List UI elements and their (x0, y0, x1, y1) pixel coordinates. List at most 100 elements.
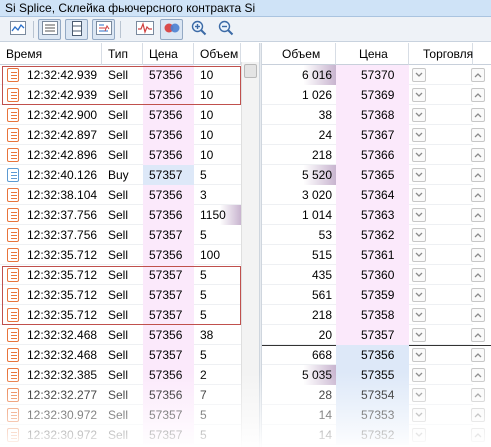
column-header-book-volume[interactable]: Объем (262, 43, 336, 65)
bid-row[interactable]: 14 57353 (262, 405, 485, 425)
bubbles-button[interactable] (160, 19, 183, 40)
trade-dropdown-right[interactable] (471, 368, 485, 382)
ask-row[interactable]: 6 016 57370 (262, 65, 485, 85)
ask-row[interactable]: 20 57357 (262, 325, 485, 345)
trade-dropdown-left[interactable] (412, 408, 426, 422)
trade-price: 57356 (143, 125, 194, 145)
ask-row[interactable]: 1 026 57369 (262, 85, 485, 105)
trade-dropdown-left[interactable] (412, 208, 426, 222)
trade-row[interactable]: 12:32:42.896 Sell 57356 10 (0, 145, 241, 165)
book-volume: 435 (311, 268, 332, 282)
trade-dropdown-left[interactable] (412, 428, 426, 442)
trade-dropdown-left[interactable] (412, 68, 426, 82)
trade-dropdown-right[interactable] (471, 88, 485, 102)
trade-row[interactable]: 12:32:38.104 Sell 57356 3 (0, 185, 241, 205)
pulse-button[interactable] (133, 19, 156, 40)
trade-dropdown-left[interactable] (412, 108, 426, 122)
trade-dropdown-right[interactable] (471, 228, 485, 242)
ask-row[interactable]: 1 014 57363 (262, 205, 485, 225)
sell-trade-icon (7, 188, 19, 202)
trade-dropdown-right[interactable] (471, 108, 485, 122)
trade-dropdown-right[interactable] (471, 348, 485, 362)
trade-dropdown-left[interactable] (412, 288, 426, 302)
trade-dropdown-right[interactable] (471, 308, 485, 322)
trade-dropdown-left[interactable] (412, 248, 426, 262)
trade-row[interactable]: 12:32:42.897 Sell 57356 10 (0, 125, 241, 145)
column-header-type[interactable]: Тип (102, 43, 143, 65)
trade-dropdown-left[interactable] (412, 388, 426, 402)
ask-row[interactable]: 515 57361 (262, 245, 485, 265)
trade-row[interactable]: 12:32:42.939 Sell 57356 10 (0, 65, 241, 85)
grid-view-button[interactable] (65, 19, 88, 40)
column-header-price[interactable]: Цена (143, 43, 194, 65)
trade-dropdown-right[interactable] (471, 408, 485, 422)
ask-row[interactable]: 24 57367 (262, 125, 485, 145)
zoom-out-button[interactable] (214, 19, 237, 40)
column-header-trade[interactable]: Торговля (409, 43, 473, 65)
trade-row[interactable]: 12:32:35.712 Sell 57357 5 (0, 305, 241, 325)
trade-dropdown-right[interactable] (471, 388, 485, 402)
trade-dropdown-right[interactable] (471, 428, 485, 442)
zoom-in-button[interactable] (187, 19, 210, 40)
trade-row[interactable]: 12:32:42.900 Sell 57356 10 (0, 105, 241, 125)
trade-volume: 5 (200, 308, 207, 322)
trade-row[interactable]: 12:32:32.468 Sell 57356 38 (0, 325, 241, 345)
trade-dropdown-right[interactable] (471, 68, 485, 82)
trade-dropdown-right[interactable] (471, 188, 485, 202)
trade-dropdown-left[interactable] (412, 368, 426, 382)
trade-row[interactable]: 12:32:32.385 Sell 57356 2 (0, 365, 241, 385)
trade-dropdown-left[interactable] (412, 308, 426, 322)
trade-dropdown-left[interactable] (412, 88, 426, 102)
ask-row[interactable]: 53 57362 (262, 225, 485, 245)
trade-dropdown-left[interactable] (412, 328, 426, 342)
trade-row[interactable]: 12:32:35.712 Sell 57357 5 (0, 265, 241, 285)
ask-row[interactable]: 561 57359 (262, 285, 485, 305)
trade-time: 12:32:30.972 (27, 428, 98, 442)
bid-row[interactable]: 668 57356 (262, 345, 485, 365)
trade-dropdown-right[interactable] (471, 328, 485, 342)
trade-row[interactable]: 12:32:32.468 Sell 57357 5 (0, 345, 241, 365)
bid-row[interactable]: 5 035 57355 (262, 365, 485, 385)
trades-button[interactable] (92, 19, 115, 40)
trade-row[interactable]: 12:32:30.972 Sell 57357 5 (0, 405, 241, 425)
trade-dropdown-right[interactable] (471, 128, 485, 142)
trade-type: Sell (108, 208, 129, 222)
scrollbar-thumb[interactable] (244, 64, 257, 78)
trade-dropdown-left[interactable] (412, 128, 426, 142)
trade-dropdown-left[interactable] (412, 148, 426, 162)
trade-dropdown-left[interactable] (412, 228, 426, 242)
chart-button[interactable] (6, 19, 29, 40)
trade-row[interactable]: 12:32:37.756 Sell 57356 1150 (0, 205, 241, 225)
trade-row[interactable]: 12:32:37.756 Sell 57357 5 (0, 225, 241, 245)
chevron-up-icon (474, 113, 482, 118)
ask-row[interactable]: 218 57366 (262, 145, 485, 165)
trade-dropdown-right[interactable] (471, 168, 485, 182)
ask-row[interactable]: 38 57368 (262, 105, 485, 125)
trade-dropdown-right[interactable] (471, 248, 485, 262)
trade-dropdown-right[interactable] (471, 268, 485, 282)
trade-dropdown-left[interactable] (412, 348, 426, 362)
trade-row[interactable]: 12:32:35.712 Sell 57357 5 (0, 285, 241, 305)
ask-row[interactable]: 5 520 57365 (262, 165, 485, 185)
bid-row[interactable]: 28 57354 (262, 385, 485, 405)
trade-dropdown-left[interactable] (412, 188, 426, 202)
ask-row[interactable]: 435 57360 (262, 265, 485, 285)
ask-row[interactable]: 3 020 57364 (262, 185, 485, 205)
trade-dropdown-left[interactable] (412, 168, 426, 182)
trade-dropdown-right[interactable] (471, 148, 485, 162)
ask-row[interactable]: 218 57358 (262, 305, 485, 325)
trades-scrollbar[interactable] (241, 62, 259, 447)
trade-row[interactable]: 12:32:42.939 Sell 57356 10 (0, 85, 241, 105)
list-view-button[interactable] (38, 19, 61, 40)
column-header-book-price[interactable]: Цена (336, 43, 409, 65)
trade-row[interactable]: 12:32:32.277 Sell 57356 7 (0, 385, 241, 405)
trade-row[interactable]: 12:32:35.712 Sell 57356 100 (0, 245, 241, 265)
trade-dropdown-right[interactable] (471, 288, 485, 302)
trade-dropdown-right[interactable] (471, 208, 485, 222)
bid-row[interactable]: 14 57352 (262, 425, 485, 445)
column-header-volume[interactable]: Объем (194, 43, 241, 65)
trade-row[interactable]: 12:32:30.972 Sell 57357 5 (0, 425, 241, 445)
trade-dropdown-left[interactable] (412, 268, 426, 282)
trade-row[interactable]: 12:32:40.126 Buy 57357 5 (0, 165, 241, 185)
column-header-time[interactable]: Время (0, 43, 102, 65)
